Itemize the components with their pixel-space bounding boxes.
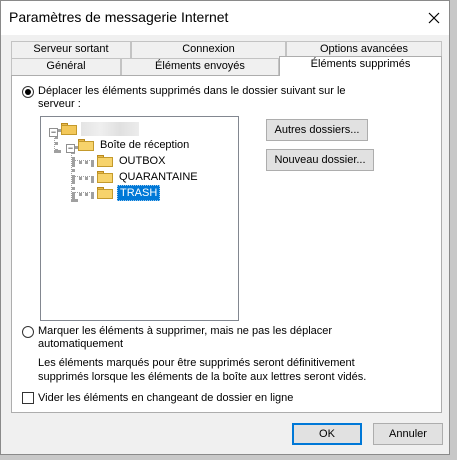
mark-items-description-line2: supprimés lorsque les éléments de la boî… [38, 371, 367, 383]
collapse-icon[interactable]: − [49, 127, 58, 137]
folder-icon [97, 187, 113, 199]
move-items-label-line2: serveur : [38, 98, 81, 110]
radio-selected-dot [25, 89, 31, 95]
tab-connexion[interactable]: Connexion [131, 41, 286, 58]
tab-elements-envoyes[interactable]: Éléments envoyés [121, 58, 279, 75]
tab-panel: Déplacer les éléments supprimés dans le … [11, 75, 442, 413]
ok-button[interactable]: OK [292, 423, 362, 445]
title-bar: Paramètres de messagerie Internet [1, 1, 449, 35]
move-items-radio[interactable] [22, 86, 34, 98]
folder-tree[interactable]: − − Boîte de réception OUTBOX QUARANTAIN… [40, 116, 239, 321]
tree-connector [72, 192, 94, 196]
mailbox-icon [61, 123, 77, 135]
purge-online-checkbox[interactable] [22, 392, 34, 404]
tab-serveur-sortant[interactable]: Serveur sortant [11, 41, 131, 58]
close-button[interactable] [419, 1, 449, 35]
account-name-redacted [81, 122, 139, 136]
tree-node-outbox[interactable]: OUTBOX [97, 153, 167, 169]
move-items-label-line1: Déplacer les éléments supprimés dans le … [38, 85, 346, 97]
purge-online-label: Vider les éléments en changeant de dossi… [38, 392, 294, 404]
folder-label-selected: TRASH [117, 185, 161, 201]
tree-node-inbox[interactable]: − Boîte de réception [66, 137, 191, 153]
folder-label: QUARANTAINE [119, 171, 198, 183]
tab-elements-supprimes[interactable]: Éléments supprimés [279, 56, 442, 76]
folder-icon [97, 155, 113, 167]
collapse-icon[interactable]: − [66, 143, 75, 153]
other-folders-button[interactable]: Autres dossiers... [266, 119, 368, 141]
mark-items-radio[interactable] [22, 326, 34, 338]
cancel-button[interactable]: Annuler [373, 423, 443, 445]
tab-row-front: Général Éléments envoyés Éléments suppri… [11, 56, 442, 76]
dialog-window: Paramètres de messagerie Internet Serveu… [0, 0, 450, 455]
tree-connector [72, 160, 94, 164]
close-icon [428, 12, 440, 24]
mark-items-description-line1: Les éléments marqués pour être supprimés… [38, 357, 355, 369]
mark-items-label-line2: automatiquement [38, 338, 123, 350]
tree-node-mailbox[interactable]: − [49, 121, 139, 137]
inbox-folder-icon [78, 139, 94, 151]
folder-icon [97, 171, 113, 183]
folder-label: OUTBOX [119, 155, 166, 167]
tab-general[interactable]: Général [11, 58, 121, 75]
tree-connector [72, 176, 94, 180]
tree-node-quarantaine[interactable]: QUARANTAINE [97, 169, 200, 185]
new-folder-button[interactable]: Nouveau dossier... [266, 149, 374, 171]
window-title: Paramètres de messagerie Internet [9, 9, 229, 25]
inbox-label: Boîte de réception [100, 139, 190, 151]
tree-node-trash[interactable]: TRASH [97, 185, 161, 201]
mark-items-label-line1: Marquer les éléments à supprimer, mais n… [38, 325, 333, 337]
